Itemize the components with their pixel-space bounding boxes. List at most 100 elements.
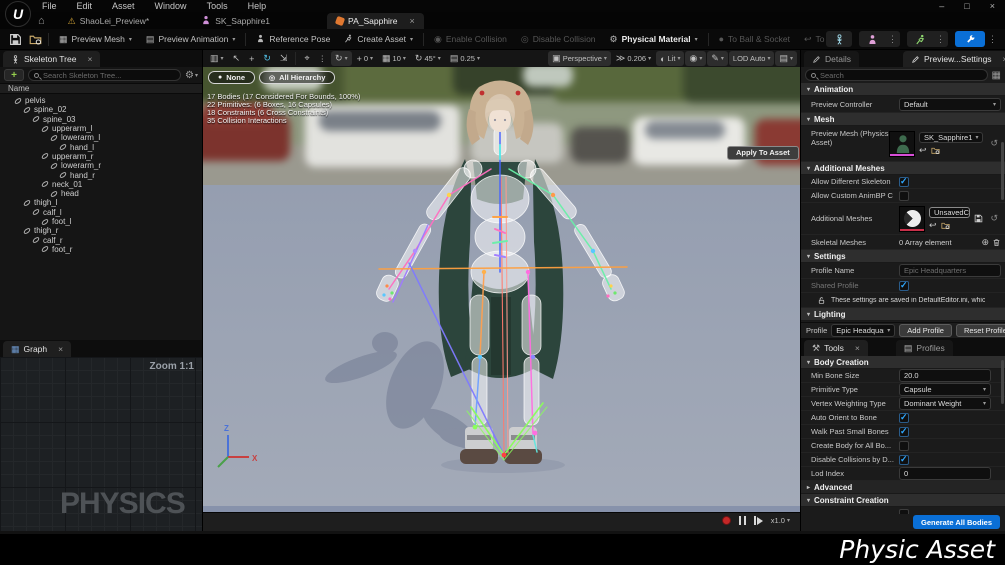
- profile-name-input[interactable]: [899, 264, 1001, 277]
- disable-collisions-checkbox[interactable]: [899, 454, 909, 465]
- tree-item[interactable]: upperarm_r: [0, 152, 202, 161]
- menu-tools[interactable]: Tools: [197, 0, 238, 12]
- save-icon[interactable]: [974, 214, 983, 223]
- tab-tools[interactable]: ⚒ Tools ×: [804, 340, 868, 356]
- additional-meshes-select[interactable]: UnsavedCol▾: [929, 206, 971, 218]
- disable-collision-button[interactable]: ◎ Disable Collision: [514, 29, 603, 49]
- tab-skeleton-tree[interactable]: Skeleton Tree ×: [3, 51, 101, 67]
- auto-orient-checkbox[interactable]: [899, 412, 909, 423]
- reference-pose-button[interactable]: Reference Pose: [249, 29, 337, 49]
- create-asset-button[interactable]: Create Asset ▾: [337, 29, 420, 49]
- tab-sk-sapphire1[interactable]: SK_Sapphire1: [192, 13, 279, 29]
- primitive-type-select[interactable]: Capsule ▾: [899, 383, 991, 396]
- search-input[interactable]: [820, 70, 982, 80]
- save-button[interactable]: [5, 30, 25, 48]
- filter-none-button[interactable]: ● None: [208, 71, 255, 84]
- tree-item[interactable]: hand_r: [0, 170, 202, 180]
- tab-preview-settings[interactable]: Preview...Settings ×: [902, 51, 1005, 67]
- home-icon[interactable]: ⌂: [38, 13, 45, 29]
- tree-column-header[interactable]: Name: [0, 83, 202, 94]
- close-icon[interactable]: ×: [58, 344, 63, 354]
- close-icon[interactable]: ×: [410, 16, 415, 26]
- move-tool-button[interactable]: +: [245, 51, 258, 66]
- walk-past-checkbox[interactable]: [899, 426, 909, 437]
- menu-file[interactable]: File: [32, 0, 67, 12]
- vertex-weighting-select[interactable]: Dominant Weight ▾: [899, 397, 991, 410]
- section-body-creation[interactable]: ▾ Body Creation: [801, 356, 1005, 369]
- add-array-element-icon[interactable]: ⊕: [981, 237, 989, 248]
- close-button[interactable]: ×: [990, 0, 995, 12]
- enable-collision-button[interactable]: ◉ Enable Collision: [427, 29, 514, 49]
- tree-item[interactable]: hand_l: [0, 142, 202, 152]
- gear-icon[interactable]: ⚙: [185, 70, 194, 81]
- create-body-all-checkbox[interactable]: [899, 440, 909, 451]
- physics-editor-button[interactable]: [955, 31, 985, 47]
- reset-icon[interactable]: ↺: [987, 138, 1001, 149]
- kebab-menu-icon[interactable]: ⋮: [885, 34, 900, 45]
- tree-item[interactable]: spine_02: [0, 105, 202, 114]
- physical-material-button[interactable]: ⚙ Physical Material ▾: [603, 29, 705, 49]
- lit-mode-button[interactable]: ◐ Lit ▾: [656, 51, 685, 66]
- use-selected-icon[interactable]: ↩: [929, 220, 937, 231]
- menu-asset[interactable]: Asset: [102, 0, 145, 12]
- section-advanced[interactable]: ▾ Advanced: [801, 481, 1005, 494]
- kebab-menu-icon[interactable]: ⋮: [933, 34, 948, 45]
- record-button[interactable]: [721, 516, 731, 525]
- kebab-menu-icon[interactable]: ⋮: [985, 34, 1000, 45]
- skeleton-tree-search[interactable]: [28, 69, 182, 81]
- browse-icon[interactable]: [941, 221, 950, 230]
- preview-mesh-select[interactable]: SK_Sapphire1 ▾: [919, 131, 984, 143]
- filter-all-hierarchy-button[interactable]: ◎ All Hierarchy: [258, 71, 336, 84]
- tab-details[interactable]: Details: [804, 51, 859, 67]
- menu-edit[interactable]: Edit: [67, 0, 103, 12]
- use-selected-icon[interactable]: ↩: [919, 145, 927, 156]
- perspective-button[interactable]: ▣ Perspective ▾: [548, 51, 611, 66]
- display-options-icon[interactable]: ▦: [992, 70, 1001, 81]
- tree-item[interactable]: lowerarm_r: [0, 161, 202, 170]
- tree-item[interactable]: spine_03: [0, 115, 202, 124]
- tree-item[interactable]: lowerarm_l: [0, 133, 202, 142]
- show-flags-button[interactable]: ◉ ▾: [685, 51, 707, 66]
- minimize-button[interactable]: –: [939, 0, 944, 12]
- tree-item[interactable]: thigh_l: [0, 198, 202, 207]
- tab-profiles[interactable]: ▤ Profiles: [895, 340, 953, 356]
- tree-item[interactable]: foot_r: [0, 245, 202, 254]
- details-scrollbar[interactable]: [1001, 142, 1004, 200]
- tree-item[interactable]: calf_l: [0, 208, 202, 217]
- rotation-snap-button[interactable]: ↻ 45° ▾: [411, 51, 445, 66]
- lod-index-input[interactable]: [899, 467, 991, 480]
- tab-pa-sapphire[interactable]: PA_Sapphire ×: [327, 13, 424, 29]
- browse-content-button[interactable]: [25, 30, 45, 48]
- to-ball-socket-button[interactable]: ● To Ball & Socket: [712, 29, 797, 49]
- section-mesh[interactable]: ▾ Mesh: [801, 113, 1005, 126]
- generate-all-bodies-button[interactable]: Generate All Bodies: [913, 515, 1000, 529]
- graph-canvas[interactable]: Zoom 1:1 PHYSICS: [0, 357, 202, 531]
- screenshot-button[interactable]: ▤ ▾: [775, 51, 797, 66]
- tree-item[interactable]: pelvis: [0, 96, 202, 105]
- preview-controller-select[interactable]: Default ▾: [899, 97, 1001, 111]
- viewport-options-button[interactable]: ▥ ▾: [206, 51, 228, 66]
- add-profile-button[interactable]: Add Profile: [899, 324, 952, 337]
- browse-icon[interactable]: [931, 146, 940, 155]
- section-settings[interactable]: ▾ Settings: [801, 250, 1005, 263]
- maximize-button[interactable]: □: [964, 0, 969, 12]
- skeleton-editor-button[interactable]: [826, 31, 852, 47]
- kebab-menu-icon[interactable]: ⋮: [315, 51, 331, 66]
- surface-snap-button[interactable]: +0 ▾: [353, 51, 377, 66]
- tools-scrollbar[interactable]: [1001, 360, 1004, 404]
- section-lighting[interactable]: ▾ Lighting: [801, 308, 1005, 321]
- preview-animation-button[interactable]: ▤ Preview Animation ▾: [139, 29, 242, 49]
- tree-item[interactable]: neck_01: [0, 180, 202, 189]
- pause-button[interactable]: [738, 516, 746, 525]
- coordinate-space-button[interactable]: ↻ ▾: [331, 51, 352, 66]
- section-additional-meshes[interactable]: ▾ Additional Meshes: [801, 162, 1005, 175]
- lod-button[interactable]: LOD Auto ▾: [728, 51, 775, 66]
- camera-speed-button[interactable]: ≫ 0.206 ▾: [612, 51, 655, 66]
- section-animation[interactable]: ▾ Animation: [801, 83, 1005, 96]
- reset-icon[interactable]: ↺: [987, 213, 1001, 224]
- select-tool-button[interactable]: ↖: [229, 51, 245, 66]
- shared-profile-checkbox[interactable]: [899, 280, 909, 291]
- mesh-thumbnail[interactable]: [889, 130, 915, 157]
- preview-mesh-button[interactable]: ▦ Preview Mesh ▾: [52, 29, 139, 49]
- min-bone-size-input[interactable]: [899, 369, 991, 382]
